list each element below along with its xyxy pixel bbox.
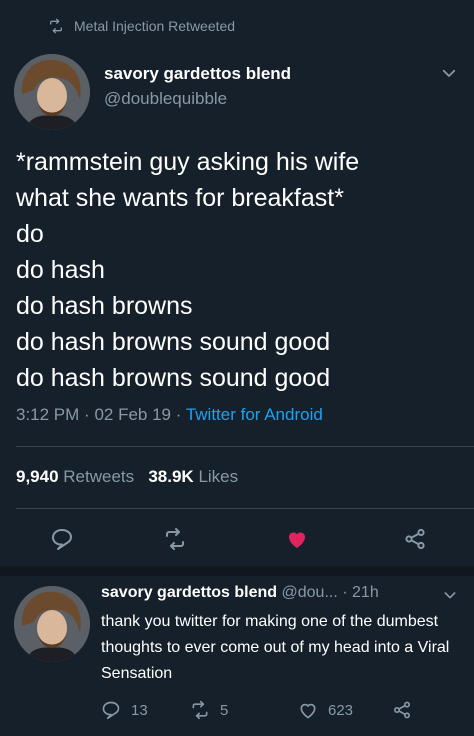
like-button[interactable] <box>282 524 312 554</box>
reply-action-bar: 13 5 623 <box>0 700 474 724</box>
divider <box>16 446 474 447</box>
chevron-down-icon[interactable] <box>440 64 458 82</box>
like-icon <box>300 703 316 719</box>
reply-author-name[interactable]: savory gardettos blend <box>101 584 277 601</box>
retweets-label: Retweets <box>63 467 135 486</box>
tweet-action-bar <box>0 524 474 554</box>
reply-like-button[interactable]: 623 <box>298 700 353 720</box>
tweet-source-link[interactable]: Twitter for Android <box>186 405 323 424</box>
tweet-date: 02 Feb 19 <box>94 405 171 424</box>
reply-share-button[interactable] <box>392 700 422 720</box>
section-separator <box>0 566 474 576</box>
share-icon <box>394 701 410 719</box>
meta-separator: · <box>342 584 353 601</box>
meta-separator: · <box>175 405 186 424</box>
avatar[interactable] <box>14 54 90 130</box>
like-icon <box>289 532 305 548</box>
reply-icon <box>52 529 72 550</box>
chevron-down-icon[interactable] <box>442 587 458 603</box>
retweets-count: 9,940 <box>16 467 59 486</box>
retweets-stat[interactable]: 9,940 Retweets <box>16 467 134 486</box>
retweet-button[interactable] <box>160 524 190 554</box>
author-name[interactable]: savory gardettos blend <box>104 64 291 84</box>
reply-header: savory gardettos blend @dou... · 21h <box>101 584 379 602</box>
retweet-context-label: Metal Injection Retweeted <box>74 18 236 34</box>
reply-button[interactable] <box>47 524 77 554</box>
tweet-time: 3:12 PM <box>16 405 80 424</box>
divider <box>16 508 474 509</box>
retweet-icon <box>50 18 62 34</box>
reply-retweet-button[interactable]: 5 <box>190 700 228 720</box>
retweet-context: Metal Injection Retweeted <box>48 16 235 36</box>
likes-count: 38.9K <box>148 467 194 486</box>
reply-reply-button[interactable]: 13 <box>101 700 148 720</box>
retweet-icon <box>166 528 184 550</box>
tweet-meta: 3:12 PM · 02 Feb 19 · Twitter for Androi… <box>16 405 323 425</box>
retweet-icon <box>192 700 208 720</box>
reply-retweet-count: 5 <box>220 701 229 719</box>
reply-time: 21h <box>352 584 379 601</box>
reply-avatar[interactable] <box>14 586 90 662</box>
reply-author-handle[interactable]: @dou... <box>282 584 338 601</box>
reply-like-count: 623 <box>328 701 354 719</box>
tweet-text: *rammstein guy asking his wife what she … <box>16 148 360 392</box>
reply-icon <box>102 701 120 720</box>
meta-separator: · <box>84 405 95 424</box>
author-handle[interactable]: @doublequibble <box>104 89 227 109</box>
reply-reply-count: 13 <box>131 701 148 719</box>
engagement-stats: 9,940 Retweets 38.9K Likes <box>16 467 238 487</box>
share-icon <box>405 528 425 550</box>
share-button[interactable] <box>400 524 430 554</box>
reply-text: thank you twitter for making one of the … <box>101 613 450 682</box>
likes-label: Likes <box>198 467 239 486</box>
likes-stat[interactable]: 38.9K Likes <box>148 467 238 486</box>
